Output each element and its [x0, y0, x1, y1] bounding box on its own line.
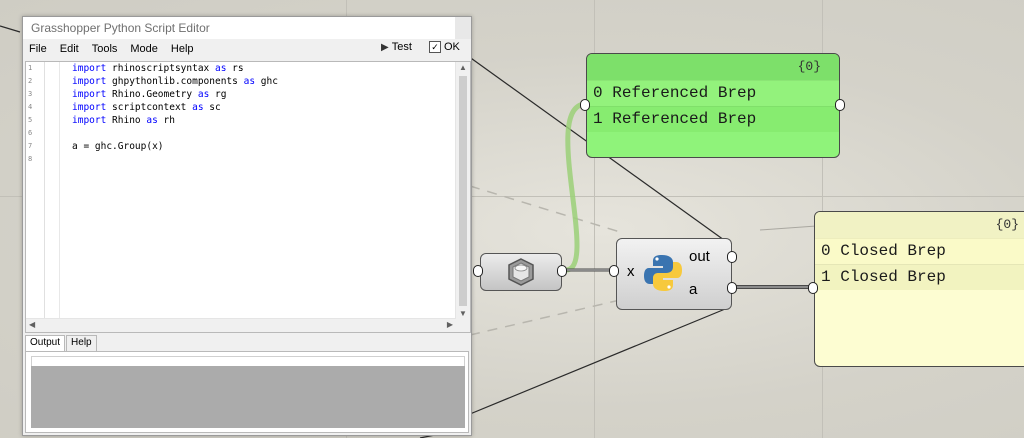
line-number: 3 — [28, 90, 33, 98]
editor-title: Grasshopper Python Script Editor — [31, 21, 210, 35]
python-script-component[interactable]: x out a — [616, 238, 732, 310]
input-label-x: x — [627, 263, 635, 280]
tab-output[interactable]: Output — [25, 335, 66, 351]
menu-help[interactable]: Help — [171, 43, 194, 55]
code-line: import scriptcontext as sc — [72, 102, 221, 113]
ok-button[interactable]: ✓ OK — [429, 41, 460, 53]
play-icon: ▶ — [381, 41, 389, 53]
tab-help[interactable]: Help — [66, 335, 97, 351]
line-number: 7 — [28, 142, 33, 150]
code-line: import Rhino as rh — [72, 115, 175, 126]
menu-tools[interactable]: Tools — [92, 43, 118, 55]
output-label-a: a — [689, 281, 698, 298]
scroll-up-icon[interactable]: ▲ — [459, 63, 467, 72]
scroll-right-icon[interactable]: ▶ — [447, 320, 453, 329]
panel-path-header: {0} — [587, 54, 839, 80]
line-number: 6 — [28, 129, 33, 137]
output-panel — [25, 351, 469, 433]
brep-param-icon — [508, 258, 534, 286]
scroll-down-icon[interactable]: ▼ — [459, 309, 467, 318]
python-output-port-a[interactable] — [727, 282, 737, 294]
ok-label: OK — [444, 41, 460, 53]
closed-panel-input-port[interactable] — [808, 282, 818, 294]
code-line: a = ghc.Group(x) — [72, 141, 164, 152]
panel-row: 0 Referenced Brep — [587, 80, 839, 106]
python-output-port-out[interactable] — [727, 251, 737, 263]
panel-row: 1 Referenced Brep — [587, 106, 839, 132]
wire-param-to-ref — [565, 101, 587, 273]
window-control[interactable] — [455, 17, 471, 39]
panel-path-header: {0} — [815, 212, 1024, 238]
referenced-brep-panel[interactable]: {0} 0 Referenced Brep 1 Referenced Brep — [586, 53, 840, 158]
scroll-left-icon[interactable]: ◀ — [29, 320, 35, 329]
vertical-scroll-thumb[interactable] — [459, 76, 467, 306]
vertical-scrollbar[interactable]: ▲ ▼ — [455, 62, 470, 319]
menu-mode[interactable]: Mode — [130, 43, 158, 55]
brep-param-component[interactable] — [480, 253, 562, 291]
panel-row: 1 Closed Brep — [815, 264, 1024, 290]
output-tabs: Output Help — [25, 335, 98, 351]
output-area — [31, 366, 465, 428]
scroll-corner — [456, 319, 470, 332]
fold-margin — [45, 62, 60, 319]
code-editor[interactable]: 1 2 3 4 5 6 7 8 import rhinoscriptsyntax… — [25, 61, 471, 333]
line-number: 1 — [28, 64, 33, 72]
line-number: 4 — [28, 103, 33, 111]
closed-brep-panel[interactable]: {0} 0 Closed Brep 1 Closed Brep — [814, 211, 1024, 367]
menu-file[interactable]: File — [29, 43, 47, 55]
python-script-editor-window[interactable]: Grasshopper Python Script Editor File Ed… — [22, 16, 472, 436]
line-number: 8 — [28, 155, 33, 163]
ref-panel-output-port[interactable] — [835, 99, 845, 111]
param-output-port[interactable] — [557, 265, 567, 277]
param-input-port[interactable] — [473, 265, 483, 277]
editor-titlebar[interactable]: Grasshopper Python Script Editor — [23, 17, 471, 39]
code-line: import ghpythonlib.components as ghc — [72, 76, 278, 87]
test-button[interactable]: ▶ Test — [381, 41, 412, 53]
code-line: import rhinoscriptsyntax as rs — [72, 63, 244, 74]
output-label-out: out — [689, 248, 710, 265]
horizontal-scrollbar[interactable]: ◀ ▶ — [26, 318, 456, 332]
ref-panel-input-port[interactable] — [580, 99, 590, 111]
menu-edit[interactable]: Edit — [60, 43, 79, 55]
line-number-gutter: 1 2 3 4 5 6 7 8 — [26, 62, 45, 319]
test-label: Test — [391, 41, 412, 53]
python-input-port-x[interactable] — [609, 265, 619, 277]
line-number: 5 — [28, 116, 33, 124]
line-number: 2 — [28, 77, 33, 85]
code-lines: import rhinoscriptsyntax as rs import gh… — [72, 62, 278, 166]
editor-menubar: File Edit Tools Mode Help ▶ Test ✓ OK — [23, 39, 471, 59]
panel-row: 0 Closed Brep — [815, 238, 1024, 264]
code-line: import Rhino.Geometry as rg — [72, 89, 227, 100]
check-icon: ✓ — [429, 41, 441, 53]
output-list-header — [31, 356, 465, 366]
python-logo-icon — [644, 255, 682, 291]
